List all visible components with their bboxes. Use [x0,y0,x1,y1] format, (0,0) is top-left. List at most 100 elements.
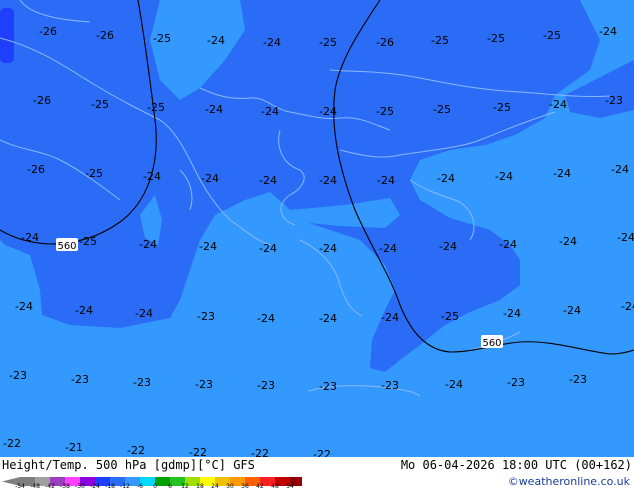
temperature-label: -24 [559,235,577,248]
temperature-label: -23 [257,379,275,392]
temperature-label: -23 [381,379,399,392]
temperature-label: -24 [205,103,223,116]
isohypse-label: 560 [481,335,503,349]
temperature-label: -24 [21,231,39,244]
scale-tick-label: 42 [256,483,264,490]
temperature-label: -22 [251,447,269,457]
temperature-label: -24 [553,167,571,180]
temperature-label: -24 [379,242,397,255]
scale-tick-label: 6 [168,483,172,490]
temperature-label: -24 [319,174,337,187]
temperature-label: -24 [139,238,157,251]
temperature-label: -26 [27,163,45,176]
temperature-label: -24 [611,163,629,176]
scale-tick-label: 18 [196,483,204,490]
temperature-label: -24 [15,300,33,313]
temperature-label: -24 [207,34,225,47]
temperature-label: -25 [441,310,459,323]
temperature-label: -24 [439,240,457,253]
temperature-label: -24 [263,36,281,49]
temperature-label: -23 [197,310,215,323]
color-scale: -54 -48 -42 -38 -30 -24 -18 -12 -6 0 6 12 18 24 30 36 42… [2,472,317,490]
svg-text:560: 560 [57,241,76,252]
temperature-label: -24 [199,240,217,253]
temperature-label: -23 [133,376,151,389]
temperature-label: -24 [499,238,517,251]
temperature-label: -25 [79,235,97,248]
temperature-label: -26 [33,94,51,107]
temperature-label: -25 [543,29,561,42]
scale-tick-label: 48 [271,483,279,490]
scale-tick-label: 24 [211,483,219,490]
temperature-label: -24 [319,242,337,255]
temperature-label: -24 [261,105,279,118]
temperature-label: -23 [71,373,89,386]
temperature-label: -25 [147,101,165,114]
temperature-label: -26 [39,25,57,38]
temperature-label: -25 [376,105,394,118]
temperature-label: -24 [503,307,521,320]
temperature-label: -24 [563,304,581,317]
temperature-label: -25 [91,98,109,111]
temperature-label: -24 [621,300,634,313]
temperature-label: -24 [381,311,399,324]
temperature-label: -24 [319,312,337,325]
temperature-label: -23 [569,373,587,386]
scale-tick-label: -54 [15,483,25,490]
scale-tick-label: -30 [75,483,85,490]
temperature-label: -24 [201,172,219,185]
temperature-label: -25 [153,32,171,45]
temperature-label: -25 [85,167,103,180]
credit-link[interactable]: ©weatheronline.co.uk [508,475,630,489]
temperature-label: -24 [549,98,567,111]
temperature-label: -22 [189,446,207,457]
svg-text:560: 560 [482,338,501,349]
temperature-label: -25 [493,101,511,114]
temperature-label: -24 [143,170,161,183]
scale-tick-label: -42 [45,483,55,490]
scale-tick-label: 36 [241,483,249,490]
temperature-label: -26 [96,29,114,42]
temperature-label: -22 [313,448,331,457]
temperature-label: -25 [319,36,337,49]
temperature-label: -23 [9,369,27,382]
scale-tick-label: -24 [90,483,100,490]
temperature-label: -22 [3,437,21,450]
temperature-label: -24 [135,307,153,320]
temperature-label: -26 [376,36,394,49]
scale-tick-label: -38 [60,483,70,490]
temperature-label: -24 [319,105,337,118]
temperature-label: -24 [437,172,455,185]
weather-map: 560 560 -26 -26 -25 -24 -24 -25 -26 -25 -25 -25 -24… [0,0,634,457]
temperature-label: -24 [617,231,634,244]
scale-tick-label: 54 [286,483,294,490]
scale-tick-label: 0 [153,483,157,490]
scale-tick-label: -48 [30,483,40,490]
temperature-label: -24 [257,312,275,325]
map-footer: Height/Temp. 500 hPa [gdmp][°C] GFS Mo 0… [0,457,634,490]
temperature-label: -24 [495,170,513,183]
temperature-label: -21 [65,441,83,454]
temperature-label: -24 [599,25,617,38]
temperature-label: -22 [127,444,145,457]
scale-tick-label: 12 [181,483,189,490]
temperature-label: -24 [75,304,93,317]
scale-tick-label: -18 [105,483,115,490]
scale-tick-label: 30 [226,483,234,490]
temperature-label: -24 [259,242,277,255]
temperature-label: -25 [431,34,449,47]
scale-tick-label: -12 [120,483,130,490]
isohypse-label: 560 [56,238,78,252]
temperature-label: -25 [433,103,451,116]
land-marker [0,8,14,63]
temperature-label: -24 [259,174,277,187]
scale-tick-label: -6 [137,483,143,490]
map-valid-time: Mo 06-04-2026 18:00 UTC (00+162) [400,458,632,472]
temperature-label: -23 [605,94,623,107]
temperature-label: -24 [445,378,463,391]
temperature-label: -25 [487,32,505,45]
temperature-label: -23 [319,380,337,393]
map-title: Height/Temp. 500 hPa [gdmp][°C] GFS [2,458,255,472]
temperature-label: -23 [507,376,525,389]
temperature-label: -24 [377,174,395,187]
